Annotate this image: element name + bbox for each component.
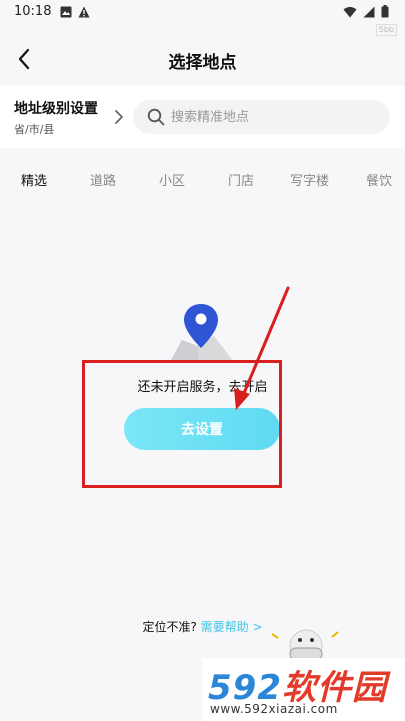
help-prefix: 定位不准? [142, 620, 197, 634]
go-to-settings-button[interactable]: 去设置 [124, 408, 280, 450]
status-right-icons [343, 5, 389, 18]
search-icon [147, 108, 165, 126]
tab-residential[interactable]: 小区 [159, 170, 185, 189]
page-title: 选择地点 [168, 53, 237, 73]
address-level-setting[interactable]: 地址级别设置 省/市/县 [14, 98, 98, 137]
chevron-right-icon[interactable] [112, 108, 126, 126]
search-input[interactable] [171, 100, 381, 134]
address-level-title: 地址级别设置 [14, 101, 98, 117]
signal-icon [363, 6, 375, 17]
help-link[interactable]: 需要帮助 > [201, 620, 263, 634]
nav-bar: 选择地点 [0, 36, 405, 82]
tab-office-buildings[interactable]: 写字楼 [290, 170, 329, 189]
address-level-subtitle: 省/市/县 [14, 123, 55, 136]
tab-dining[interactable]: 餐饮 [366, 170, 392, 189]
location-pin-icon [170, 304, 234, 362]
address-search-bar: 地址级别设置 省/市/县 [0, 86, 405, 148]
status-bar: 10:18 5bb [0, 0, 405, 36]
help-row: 定位不准? 需要帮助 > [0, 618, 405, 635]
status-tag: 5bb [375, 24, 397, 36]
tab-roads[interactable]: 道路 [90, 170, 116, 189]
tab-featured[interactable]: 精选 [21, 170, 47, 189]
wifi-icon [343, 6, 357, 17]
battery-icon [381, 5, 389, 18]
empty-state-message: 还未开启服务，去开启 [137, 380, 268, 395]
image-icon [60, 6, 72, 18]
status-time: 10:18 [14, 4, 52, 19]
alert-icon [78, 6, 90, 18]
search-box[interactable] [133, 100, 390, 134]
tab-stores[interactable]: 门店 [228, 170, 254, 189]
watermark: 592软件园 www.592xiazai.com [202, 658, 405, 721]
category-tabs: 精选 道路 小区 门店 写字楼 餐饮 [0, 158, 405, 198]
watermark-url: www.592xiazai.com [210, 702, 338, 716]
